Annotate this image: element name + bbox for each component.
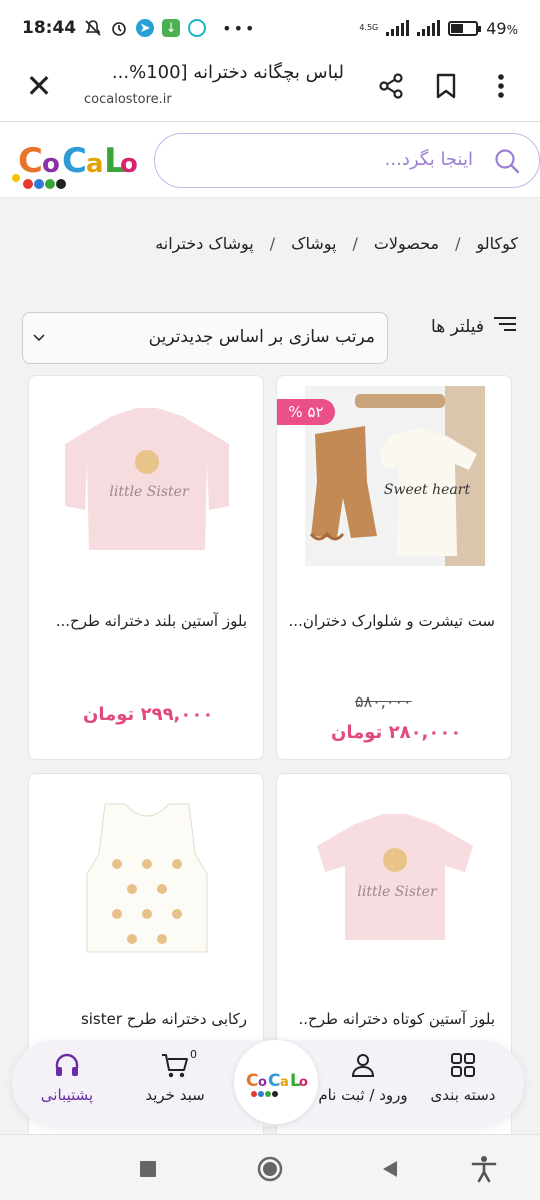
accessibility-icon [471,1156,497,1183]
product-image[interactable]: little Sister [57,386,237,566]
nav-support-label: پشتیبانی [40,1086,94,1104]
svg-text:o: o [42,149,60,179]
search-placeholder: اینجا بگرد... [384,149,473,170]
browser-toolbar: ✕ لباس بچگانه دخترانه [100%... cocalosto… [0,56,540,122]
breadcrumb-products[interactable]: محصولات [374,234,439,253]
bookmark-button[interactable] [430,70,462,102]
search-input[interactable]: اینجا بگرد... [154,133,540,188]
cart-icon: 0 [155,1048,197,1082]
home-button[interactable] [256,1155,284,1183]
alarm-icon [110,19,128,37]
bookmark-icon [436,73,456,99]
close-tab-button[interactable]: ✕ [22,70,56,104]
product-name[interactable]: بلوز آستین کوتاه دخترانه طرح.. [289,1010,495,1028]
nav-home-logo[interactable]: C o C a L o [234,1040,318,1124]
status-bar: 18:44 ➤ ↓ ••• 4.5G 49% [0,0,540,56]
headset-icon [12,1052,122,1082]
price-currency: تومان [331,722,383,743]
nav-categories-label: دسته بندی [430,1086,496,1104]
svg-text:C: C [268,1071,280,1091]
svg-text:a: a [280,1075,289,1090]
cart-count: 0 [190,1048,197,1061]
system-navigation-bar [0,1134,540,1200]
breadcrumb-separator: / [455,234,461,253]
price-value: ۲۹۹,۰۰۰ [140,704,214,725]
share-button[interactable] [375,70,407,102]
svg-text:o: o [299,1075,308,1090]
product-card[interactable]: little Sister بلوز آستین بلند دخترانه طر… [28,375,264,760]
nav-cart[interactable]: 0 سبد خرید [120,1048,230,1104]
site-header: C o C a L o اینجا بگرد... [0,122,540,198]
svg-text:a: a [86,149,104,179]
bottom-navigation: دسته بندی ورود / ثبت نام C o C a L o 0 س… [12,1040,524,1126]
breadcrumb: کوکالو / محصولات / پوشاک / پوشاک دخترانه [155,234,518,253]
filters-button[interactable]: فیلتر ها [431,316,516,337]
svg-text:o: o [258,1075,267,1090]
site-logo[interactable]: C o C a L o [10,132,140,192]
product-image[interactable]: little Sister [305,784,485,964]
chevron-down-icon [31,329,47,349]
product-name[interactable]: رکابی دخترانه طرح sister [41,1010,247,1028]
sort-select[interactable]: مرتب سازی بر اساس جدیدترین [22,312,388,364]
nav-cart-label: سبد خرید [145,1086,205,1104]
back-button[interactable] [376,1155,404,1183]
recent-apps-button[interactable] [134,1155,162,1183]
breadcrumb-separator: / [269,234,276,253]
print-sweet-heart: Sweet heart [384,482,471,498]
filters-label: فیلتر ها [431,316,484,337]
triangle-back-icon [383,1161,397,1177]
price-value: ۲۸۰,۰۰۰ [388,722,462,743]
product-name[interactable]: ست تیشرت و شلوارک دختران... [289,612,495,630]
nav-login[interactable]: ورود / ثبت نام [308,1052,418,1104]
breadcrumb-clothing[interactable]: پوشاک [291,234,336,253]
discount-badge: ۵۲ % [277,399,335,425]
square-icon [140,1161,156,1177]
product-name[interactable]: بلوز آستین بلند دخترانه طرح... [41,612,247,630]
search-icon[interactable] [493,147,521,179]
app-icon [188,19,207,37]
print-little-sister: little Sister [109,484,190,500]
nav-categories[interactable]: دسته بندی [408,1052,518,1104]
breadcrumb-current: پوشاک دخترانه [155,234,254,253]
price-currency: تومان [83,704,135,725]
product-image[interactable] [57,784,237,964]
product-card[interactable]: Sweet heart ۵۲ % ست تیشرت و شلوارک دخترا… [276,375,512,760]
grid-icon [408,1052,518,1082]
more-menu-button[interactable] [485,70,517,102]
svg-text:C: C [246,1071,258,1091]
circle-icon [257,1156,283,1182]
more-vert-icon [498,74,504,98]
nav-support[interactable]: پشتیبانی [12,1052,122,1104]
breadcrumb-home[interactable]: کوکالو [476,234,518,253]
page-title: لباس بچگانه دخترانه [100%... [111,62,344,83]
svg-text:C: C [18,141,43,181]
more-notifications-icon: ••• [222,18,257,38]
breadcrumb-separator: / [352,234,358,253]
page-url: cocalostore.ir [84,92,172,107]
download-icon: ↓ [162,19,181,37]
print-little-sister: little Sister [357,884,438,900]
battery-icon [448,20,482,36]
filter-icon [494,316,516,337]
battery-percent: 49% [486,18,518,38]
share-icon [379,73,403,99]
price: ۲۹۹,۰۰۰ تومان [83,704,213,725]
status-time: 18:44 [22,18,77,38]
svg-text:C: C [62,141,87,181]
network-type: 4.5G [359,23,379,32]
svg-text:o: o [120,149,138,179]
user-icon [308,1052,418,1082]
sort-label: مرتب سازی بر اساس جدیدترین [148,327,375,347]
price: ۲۸۰,۰۰۰ تومان [331,722,461,743]
accessibility-button[interactable] [470,1155,498,1183]
signal-icon-2 [417,20,441,36]
mute-icon [84,19,102,37]
old-price: ۵۸۰,۰۰۰ [355,692,412,711]
telegram-icon: ➤ [136,19,155,37]
signal-icon [386,20,410,36]
nav-login-label: ورود / ثبت نام [318,1086,408,1104]
